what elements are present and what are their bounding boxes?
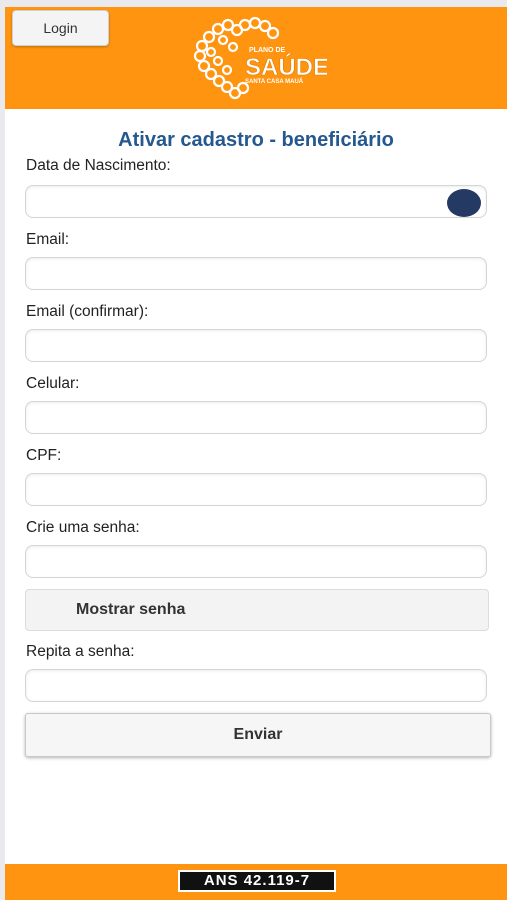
submit-button[interactable]: Enviar: [25, 713, 491, 757]
email-confirm-label: Email (confirmar):: [26, 303, 149, 320]
page: Login PLANO DE SAÚDE SANTA CASA MAUÁ Ati…: [5, 7, 507, 900]
header-bar: Login PLANO DE SAÚDE SANTA CASA MAUÁ: [5, 7, 507, 109]
footer-bar: ANS 42.119-7: [5, 864, 507, 900]
logo-line2: SAÚDE: [245, 53, 327, 81]
phone-label: Celular:: [26, 375, 80, 392]
plano-de-saude-logo: PLANO DE SAÚDE SANTA CASA MAUÁ: [193, 16, 327, 100]
phone-input[interactable]: [25, 401, 487, 434]
birthdate-label: Data de Nascimento:: [26, 157, 171, 174]
cpf-label: CPF:: [26, 447, 62, 464]
logo-line3: SANTA CASA MAUÁ: [245, 78, 304, 85]
email-confirm-input[interactable]: [25, 329, 487, 362]
login-button[interactable]: Login: [12, 10, 109, 46]
password-repeat-input[interactable]: [25, 669, 487, 702]
show-password-button[interactable]: Mostrar senha: [25, 589, 489, 631]
password-repeat-label: Repita a senha:: [26, 643, 135, 660]
password-label: Crie uma senha:: [26, 519, 140, 536]
email-label: Email:: [26, 231, 70, 248]
logo-line1: PLANO DE: [249, 47, 286, 54]
cpf-input[interactable]: [25, 473, 487, 506]
birthdate-input[interactable]: [25, 185, 487, 218]
email-input[interactable]: [25, 257, 487, 290]
date-toggle-knob[interactable]: [447, 189, 481, 217]
ans-badge: ANS 42.119-7: [178, 870, 336, 892]
password-input[interactable]: [25, 545, 487, 578]
page-title: Ativar cadastro - beneficiário: [118, 129, 394, 151]
